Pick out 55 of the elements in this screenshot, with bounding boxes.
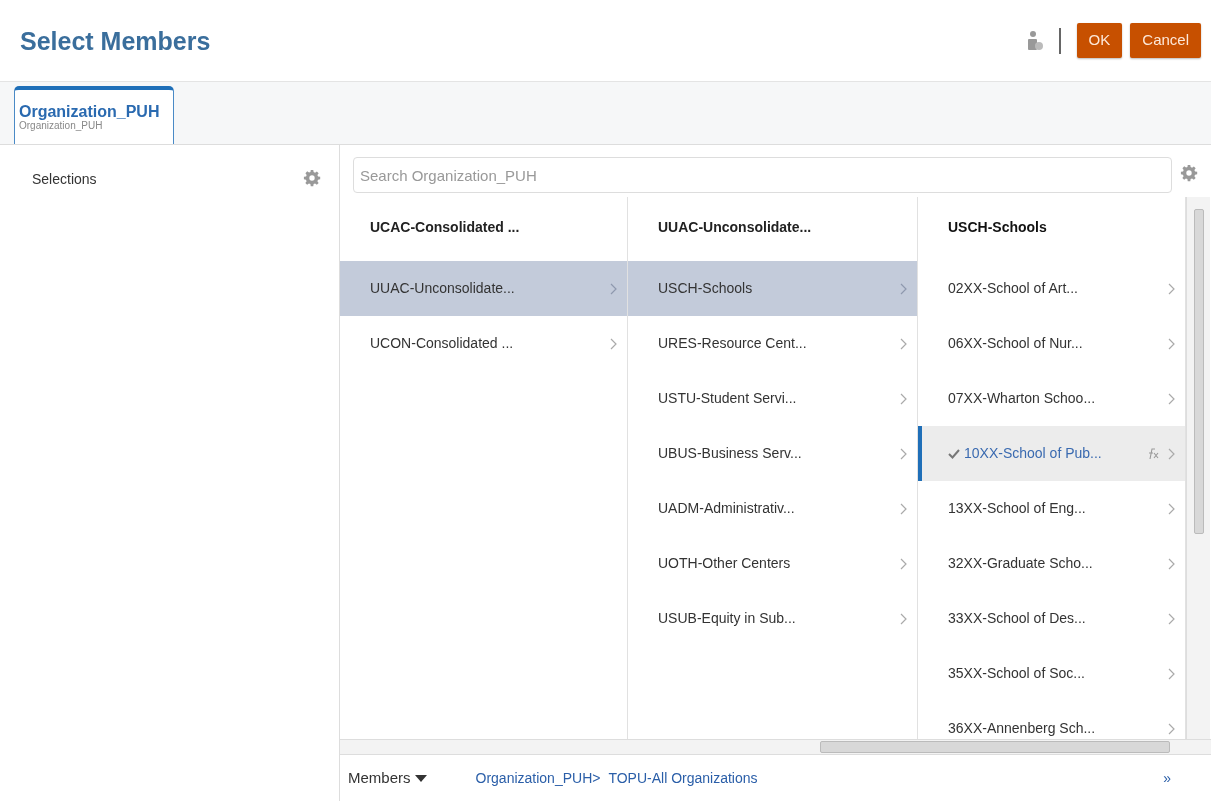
chevron-icon: [1168, 557, 1175, 570]
chevron-icon: [1168, 502, 1175, 515]
chevron-icon: [1168, 392, 1175, 405]
dialog-title: Select Members: [20, 25, 211, 56]
more-link[interactable]: »: [1163, 767, 1171, 789]
column-heading: USCH-Schools: [947, 218, 1048, 237]
dimension-tab[interactable]: Organization_PUH Organization_PUH: [14, 86, 175, 144]
column-heading: UUAC-Unconsolidate...: [657, 218, 813, 237]
breadcrumb-link[interactable]: TOPU-All Organizations: [608, 767, 758, 789]
member-item[interactable]: 35XX-School of Soc...: [918, 646, 1185, 701]
member-item[interactable]: USUB-Equity in Sub...: [628, 591, 917, 646]
member-item[interactable]: 02XX-School of Art...: [918, 261, 1185, 316]
chevron-icon: [900, 392, 907, 405]
ok-button[interactable]: OK: [1076, 23, 1123, 58]
chevron-icon: [1168, 722, 1175, 735]
member-item[interactable]: UBUS-Business Serv...: [628, 426, 917, 481]
chevron-icon: [1168, 612, 1175, 625]
member-item[interactable]: 10XX-School of Pub...: [918, 426, 1185, 481]
chevron-icon: [1168, 667, 1175, 680]
chevron-icon: [1168, 337, 1175, 350]
member-item[interactable]: UOTH-Other Centers: [628, 536, 917, 591]
chevron-icon: [900, 612, 907, 625]
chevron-icon: [900, 557, 907, 570]
member-item[interactable]: 32XX-Graduate Scho...: [918, 536, 1185, 591]
chevron-icon: [610, 337, 617, 350]
member-item[interactable]: 07XX-Wharton Schoo...: [918, 371, 1185, 426]
member-item[interactable]: 33XX-School of Des...: [918, 591, 1185, 646]
member-item[interactable]: USCH-Schools: [628, 261, 917, 316]
member-item[interactable]: USTU-Student Servi...: [628, 371, 917, 426]
column-heading: UCAC-Consolidated ...: [369, 218, 521, 237]
member-item[interactable]: UADM-Administrativ...: [628, 481, 917, 536]
chevron-icon: [1168, 447, 1175, 460]
chevron-icon: [900, 502, 907, 515]
settings-icon[interactable]: [1180, 164, 1198, 182]
user-settings-icon[interactable]: [1026, 29, 1043, 52]
chevron-icon: [900, 282, 907, 295]
vertical-scrollbar[interactable]: [1186, 197, 1210, 739]
chevron-icon: [1168, 282, 1175, 295]
member-item[interactable]: 06XX-School of Nur...: [918, 316, 1185, 371]
members-menu[interactable]: Members: [347, 765, 428, 791]
member-item[interactable]: UUAC-Unconsolidate...: [340, 261, 627, 316]
chevron-icon: [900, 447, 907, 460]
member-item[interactable]: 13XX-School of Eng...: [918, 481, 1185, 536]
cancel-button[interactable]: Cancel: [1130, 23, 1201, 58]
search-field[interactable]: Search Organization_PUH: [353, 157, 1172, 193]
settings-icon[interactable]: [303, 169, 321, 187]
member-item[interactable]: URES-Resource Cent...: [628, 316, 917, 371]
caret-icon: [414, 774, 427, 782]
breadcrumb-link[interactable]: Organization_PUH>: [475, 767, 601, 789]
horizontal-scrollbar[interactable]: [340, 739, 1211, 755]
member-item[interactable]: UCON-Consolidated ...: [340, 316, 627, 371]
selections-label: Selections: [32, 170, 97, 189]
member-item[interactable]: 36XX-Annenberg Sch...: [918, 701, 1185, 739]
chevron-icon: [610, 282, 617, 295]
chevron-icon: [900, 337, 907, 350]
